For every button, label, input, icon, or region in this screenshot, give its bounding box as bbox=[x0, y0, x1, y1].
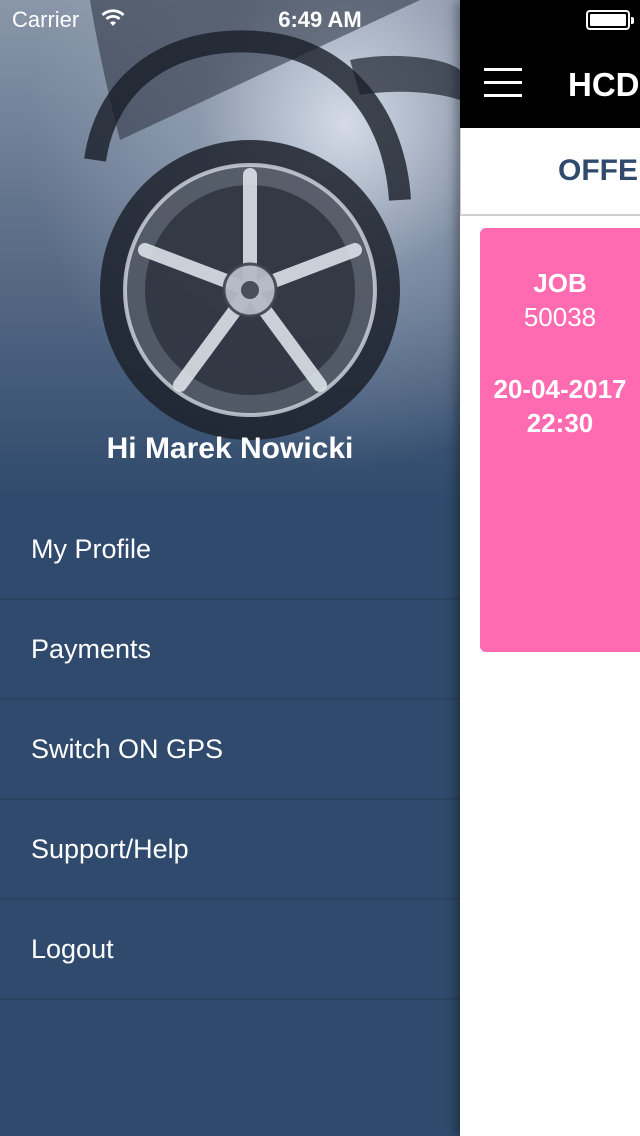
job-card[interactable]: JOB 50038 20-04-2017 22:30 bbox=[480, 228, 640, 652]
side-drawer: Hi Marek Nowicki My Profile Payments Swi… bbox=[0, 0, 460, 1136]
job-number: 50038 bbox=[523, 302, 597, 332]
job-time: 22:30 bbox=[526, 408, 594, 438]
menu-item-my-profile[interactable]: My Profile bbox=[0, 500, 460, 600]
job-label: JOB bbox=[533, 268, 587, 298]
car-wheel-icon bbox=[84, 0, 460, 440]
menu-item-logout[interactable]: Logout bbox=[0, 900, 460, 1000]
user-greeting: Hi Marek Nowicki bbox=[106, 432, 354, 465]
battery-icon bbox=[586, 10, 634, 30]
menu-item-switch-on-gps[interactable]: Switch ON GPS bbox=[0, 700, 460, 800]
menu-item-payments[interactable]: Payments bbox=[0, 600, 460, 700]
clock: 6:49 AM bbox=[278, 7, 362, 32]
main-panel: HCD OFFE JOB 50038 20-04-2017 22:30 bbox=[460, 0, 640, 1136]
job-date: 20-04-2017 bbox=[493, 374, 627, 404]
menu-item-support-help[interactable]: Support/Help bbox=[0, 800, 460, 900]
tab-offers[interactable]: OFFE bbox=[558, 154, 638, 188]
status-bar: Carrier 6:49 AM bbox=[0, 0, 640, 40]
tab-bar: OFFE bbox=[460, 128, 640, 216]
page-title: HCD bbox=[568, 66, 640, 103]
drawer-menu: My Profile Payments Switch ON GPS Suppor… bbox=[0, 500, 460, 1000]
drawer-hero-image bbox=[0, 0, 460, 500]
hamburger-menu-icon[interactable] bbox=[484, 68, 522, 97]
